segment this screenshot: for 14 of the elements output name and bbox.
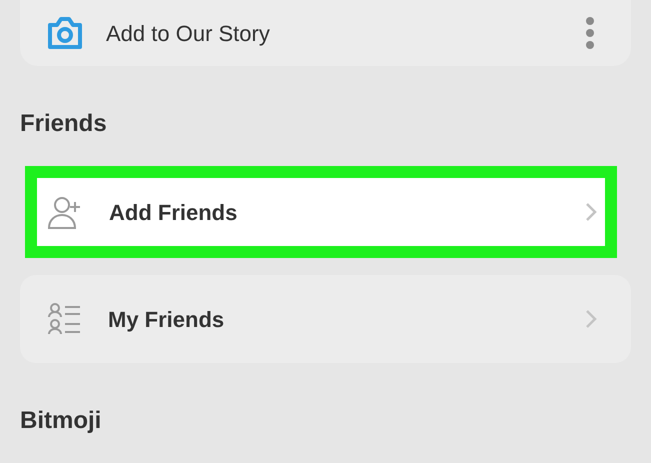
item-label: Add Friends <box>109 198 238 226</box>
section-header: Bitmoji <box>20 406 102 436</box>
friends-list-icon <box>48 302 82 336</box>
chevron-icon <box>585 202 597 222</box>
chevron-icon <box>585 309 597 329</box>
section-header: Friends <box>20 109 108 139</box>
story-row[interactable]: Add to Our Story <box>20 0 631 66</box>
story-label: Add to Our Story <box>106 20 271 48</box>
item-label: My Friends <box>108 306 226 334</box>
menu-item[interactable]: Add Friends <box>25 166 617 258</box>
camera-icon <box>46 16 84 50</box>
more-icon[interactable] <box>585 17 595 49</box>
add-person-icon <box>47 194 83 230</box>
menu-item[interactable]: My Friends <box>20 275 631 363</box>
